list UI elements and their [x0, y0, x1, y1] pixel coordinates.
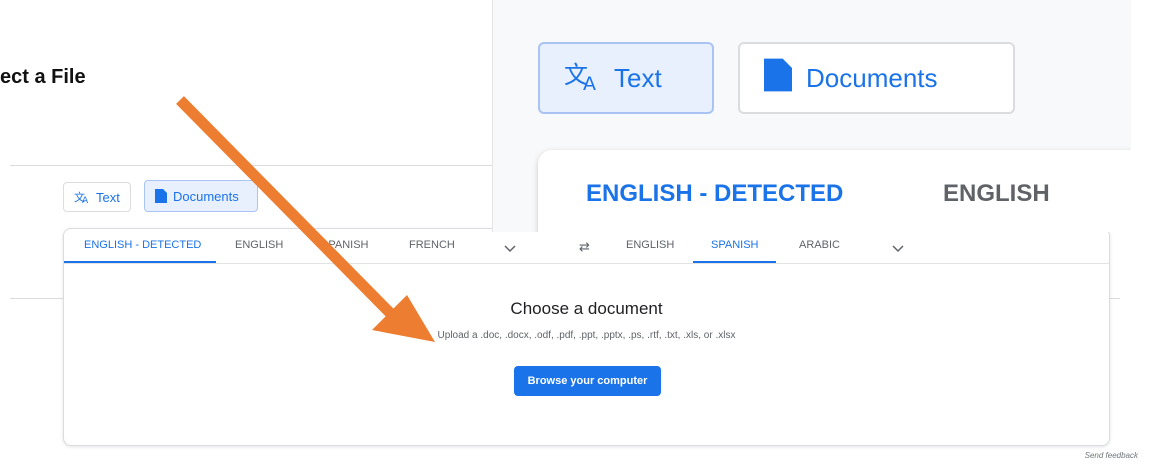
- target-more-chevron-icon[interactable]: [892, 240, 904, 258]
- source-lang-french[interactable]: FRENCH: [409, 229, 455, 263]
- translate-icon: 文A: [74, 190, 90, 204]
- zoom-text-mode-button[interactable]: 文A Text: [538, 42, 714, 114]
- send-feedback-link[interactable]: Send feedback: [1085, 451, 1138, 460]
- target-lang-spanish[interactable]: SPANISH: [693, 229, 777, 263]
- text-mode-button[interactable]: 文A Text: [63, 182, 131, 212]
- zoom-documents-mode-button[interactable]: Documents: [738, 42, 1015, 114]
- svg-text:A: A: [82, 196, 89, 204]
- documents-mode-label: Documents: [173, 188, 239, 204]
- zoom-documents-mode-label: Documents: [806, 62, 938, 93]
- text-mode-label: Text: [96, 189, 120, 205]
- target-lang-arabic[interactable]: ARABIC: [799, 229, 840, 263]
- zoom-lang-english[interactable]: ENGLISH: [943, 180, 1050, 208]
- zoom-translate-icon: 文A: [564, 59, 600, 98]
- document-upload-card: ENGLISH - DETECTED ENGLISH SPANISH FRENC…: [63, 228, 1110, 446]
- swap-languages-icon[interactable]: ⇄: [579, 239, 590, 255]
- caption-text: ect a File: [0, 66, 86, 88]
- upload-title: Choose a document: [510, 299, 663, 318]
- svg-text:A: A: [583, 73, 596, 91]
- zoom-document-icon: [764, 58, 792, 99]
- source-lang-english[interactable]: ENGLISH: [235, 229, 283, 263]
- browse-computer-button[interactable]: Browse your computer: [514, 366, 661, 396]
- upload-hint: Upload a .doc, .docx, .odf, .pdf, .ppt, …: [437, 330, 736, 341]
- documents-mode-button[interactable]: Documents: [144, 180, 258, 212]
- source-lang-spanish[interactable]: SPANISH: [321, 229, 368, 263]
- target-lang-english[interactable]: ENGLISH: [626, 229, 674, 263]
- zoom-lang-detected[interactable]: ENGLISH - DETECTED: [586, 180, 843, 208]
- zoom-language-card: ENGLISH - DETECTED ENGLISH: [538, 150, 1131, 232]
- source-lang-detected[interactable]: ENGLISH - DETECTED: [64, 229, 216, 263]
- language-bar: ENGLISH - DETECTED ENGLISH SPANISH FRENC…: [64, 229, 1109, 264]
- zoom-text-mode-label: Text: [614, 62, 662, 93]
- zoom-inset: 文A Text Documents ENGLISH - DETECTED ENG…: [492, 0, 1131, 232]
- document-icon: [155, 189, 167, 203]
- source-more-chevron-icon[interactable]: [504, 240, 516, 258]
